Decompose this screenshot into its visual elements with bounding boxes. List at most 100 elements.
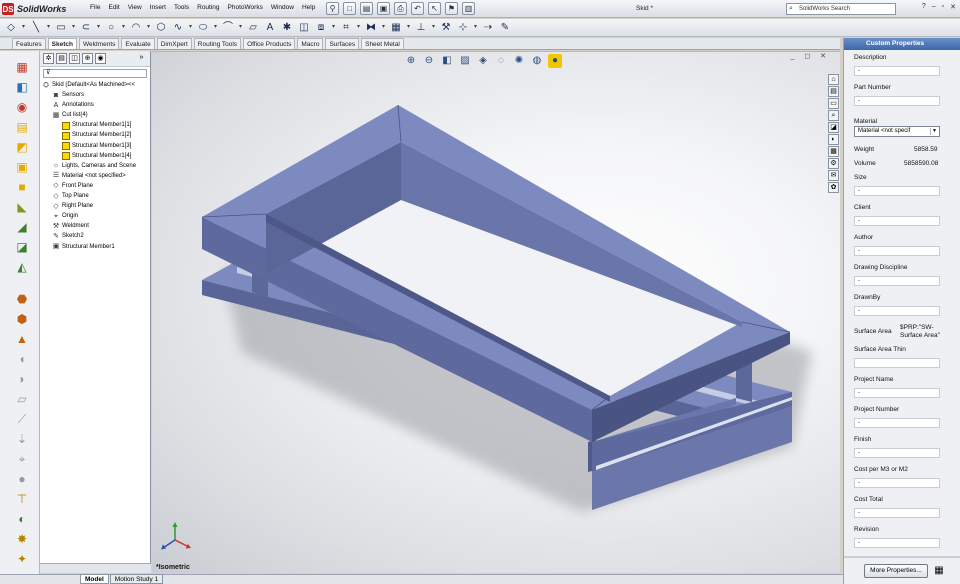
tree-item[interactable]: ◙ Sensors [52, 91, 84, 100]
file-explorer-icon[interactable]: ▭ [828, 98, 839, 109]
rapid-sketch-icon[interactable]: ⇢ [481, 21, 495, 35]
feature-manager-tab-icon[interactable]: ✲ [43, 53, 54, 64]
sweep-icon[interactable]: ▤ [14, 119, 30, 135]
tree-item[interactable]: Structural Member1[2] [62, 131, 131, 140]
forum-icon[interactable]: ✉ [828, 170, 839, 181]
search-input[interactable]: ⌕ SolidWorks Search [786, 3, 896, 15]
trim-icon[interactable]: ⌗ [339, 21, 353, 35]
tree-item[interactable]: ⌖ Origin [52, 212, 78, 221]
tree-item[interactable]: Structural Member1[1] [62, 121, 131, 130]
trim-extend-icon[interactable]: ⬢ [14, 311, 30, 327]
tab-sheet-metal[interactable]: Sheet Metal [361, 38, 404, 49]
smart-dimension-icon[interactable]: ◇ [4, 21, 18, 35]
rebuild-icon[interactable]: ⚑ [445, 2, 458, 15]
point-icon[interactable]: ✱ [280, 21, 294, 35]
custom-properties-icon[interactable]: ▦ [828, 146, 839, 157]
convert-entities-icon[interactable]: ◫ [297, 21, 311, 35]
view-orientation-icon[interactable]: ◈ [476, 54, 490, 68]
line-icon[interactable]: ╲ [29, 21, 43, 35]
menu-view[interactable]: View [128, 4, 142, 11]
graphics-viewport[interactable]: ⊕ ⊖ ◧ ▨ ◈ ◌ ✺ ◍ ● _ ◻ ✕ ⌂ ▤ ▭ ⌕ ◪ ◐ ▦ ⚙ … [152, 51, 840, 573]
tree-item[interactable]: Structural Member1[3] [62, 142, 131, 151]
dropdown-icon[interactable]: ▾ [213, 21, 218, 35]
display-relations-icon[interactable]: ⊥ [414, 21, 428, 35]
view-palette-icon[interactable]: ◪ [828, 122, 839, 133]
restore-icon[interactable]: ▫ [942, 3, 944, 11]
configuration-manager-tab-icon[interactable]: ◫ [69, 53, 80, 64]
tree-filter-input[interactable]: ⊽ [43, 69, 147, 78]
tree-root[interactable]: ⛭ Skid (Default<As Machined><< [42, 81, 135, 90]
tree-item[interactable]: ⚒ Weldment [52, 222, 89, 231]
offset-icon[interactable]: ⧈ [314, 21, 328, 35]
tree-item[interactable]: ◇ Top Plane [52, 192, 88, 201]
properties-config-icon[interactable]: ▦ [932, 564, 946, 578]
previous-view-icon[interactable]: ◧ [440, 54, 454, 68]
tree-item[interactable]: ▣ Structural Member1 [52, 243, 115, 252]
revolve-icon[interactable]: ◉ [14, 99, 30, 115]
arc-icon[interactable]: ◠ [129, 21, 143, 35]
tree-item[interactable]: ▦ Cut list(4) [52, 111, 88, 120]
mirror-icon[interactable]: ⧓ [364, 21, 378, 35]
property-field[interactable]: - [854, 216, 940, 226]
dropdown-icon[interactable]: ▾ [188, 21, 193, 35]
photoworks-icon[interactable]: ✸ [14, 531, 30, 547]
dropdown-icon[interactable]: ▾ [381, 21, 386, 35]
property-field[interactable]: - [854, 418, 940, 428]
menu-file[interactable]: File [90, 4, 100, 11]
gusset-icon[interactable]: ◭ [14, 259, 30, 275]
dropdown-icon[interactable]: ▾ [71, 21, 76, 35]
app-logo[interactable]: DS SolidWorks [2, 2, 82, 16]
property-field[interactable]: - [854, 508, 940, 518]
help-icon[interactable]: ? [922, 3, 926, 11]
new-icon[interactable]: □ [343, 2, 356, 15]
text-icon[interactable]: A [263, 21, 277, 35]
tab-features[interactable]: Features [12, 38, 46, 49]
dropdown-icon[interactable]: ▾ [21, 21, 26, 35]
resources-icon[interactable]: ⌂ [828, 74, 839, 85]
design-library-icon[interactable]: ▤ [828, 86, 839, 97]
minimize-icon[interactable]: – [932, 3, 936, 11]
display-manager-tab-icon[interactable]: ◉ [95, 53, 106, 64]
dropdown-icon[interactable]: ▾ [331, 21, 336, 35]
display-style-icon[interactable]: ◌ [494, 54, 508, 68]
save-icon[interactable]: ▣ [377, 2, 390, 15]
menu-window[interactable]: Window [271, 4, 294, 11]
tab-weldments[interactable]: Weldments [78, 38, 120, 49]
structural-member-icon[interactable]: ⬣ [14, 291, 30, 307]
property-manager-tab-icon[interactable]: ▤ [56, 53, 67, 64]
tab-routing-tools[interactable]: Routing Tools [193, 38, 242, 49]
extrude-icon[interactable]: ◧ [14, 79, 30, 95]
camera-icon[interactable]: ◐ [14, 511, 30, 527]
repair-sketch-icon[interactable]: ⚒ [439, 21, 453, 35]
property-field[interactable]: - [854, 478, 940, 488]
menu-photoworks[interactable]: PhotoWorks [228, 4, 263, 11]
fillet-icon[interactable]: ⌒ [221, 21, 235, 35]
menu-edit[interactable]: Edit [108, 4, 119, 11]
tab-motion-study[interactable]: Motion Study 1 [109, 574, 164, 584]
tree-item[interactable]: ☼ Lights, Cameras and Scene [52, 162, 136, 171]
cut-list-icon[interactable]: ▲ [14, 331, 30, 347]
undo-icon[interactable]: ↶ [411, 2, 424, 15]
tab-macro[interactable]: Macro [297, 38, 324, 49]
dropdown-icon[interactable]: ▾ [431, 21, 436, 35]
instant-2d-icon[interactable]: ✎ [498, 21, 512, 35]
dropdown-icon[interactable]: ▾ [46, 21, 51, 35]
tab-sketch[interactable]: Sketch [47, 38, 77, 49]
weld-bead-icon[interactable]: ◣ [14, 199, 30, 215]
tab-model[interactable]: Model [80, 574, 109, 584]
more-properties-button[interactable]: More Properties... [864, 564, 928, 578]
viewport-controls[interactable]: _ ◻ ✕ [791, 52, 830, 60]
end-cap-icon[interactable]: ◪ [14, 239, 30, 255]
menu-routing[interactable]: Routing [197, 4, 219, 11]
render-icon[interactable]: ✦ [14, 551, 30, 567]
property-field[interactable]: - [854, 66, 940, 76]
plane-icon[interactable]: ▱ [246, 21, 260, 35]
property-field[interactable]: - [854, 538, 940, 548]
menu-help[interactable]: Help [302, 4, 315, 11]
tree-item[interactable]: ✎ Sketch2 [52, 232, 84, 241]
scene-icon[interactable]: ● [548, 54, 562, 68]
slot-icon[interactable]: ⊂ [79, 21, 93, 35]
tree-item[interactable]: ◇ Front Plane [52, 182, 93, 191]
shell-icon[interactable]: ■ [14, 179, 30, 195]
tree-scrollbar[interactable] [40, 563, 151, 573]
